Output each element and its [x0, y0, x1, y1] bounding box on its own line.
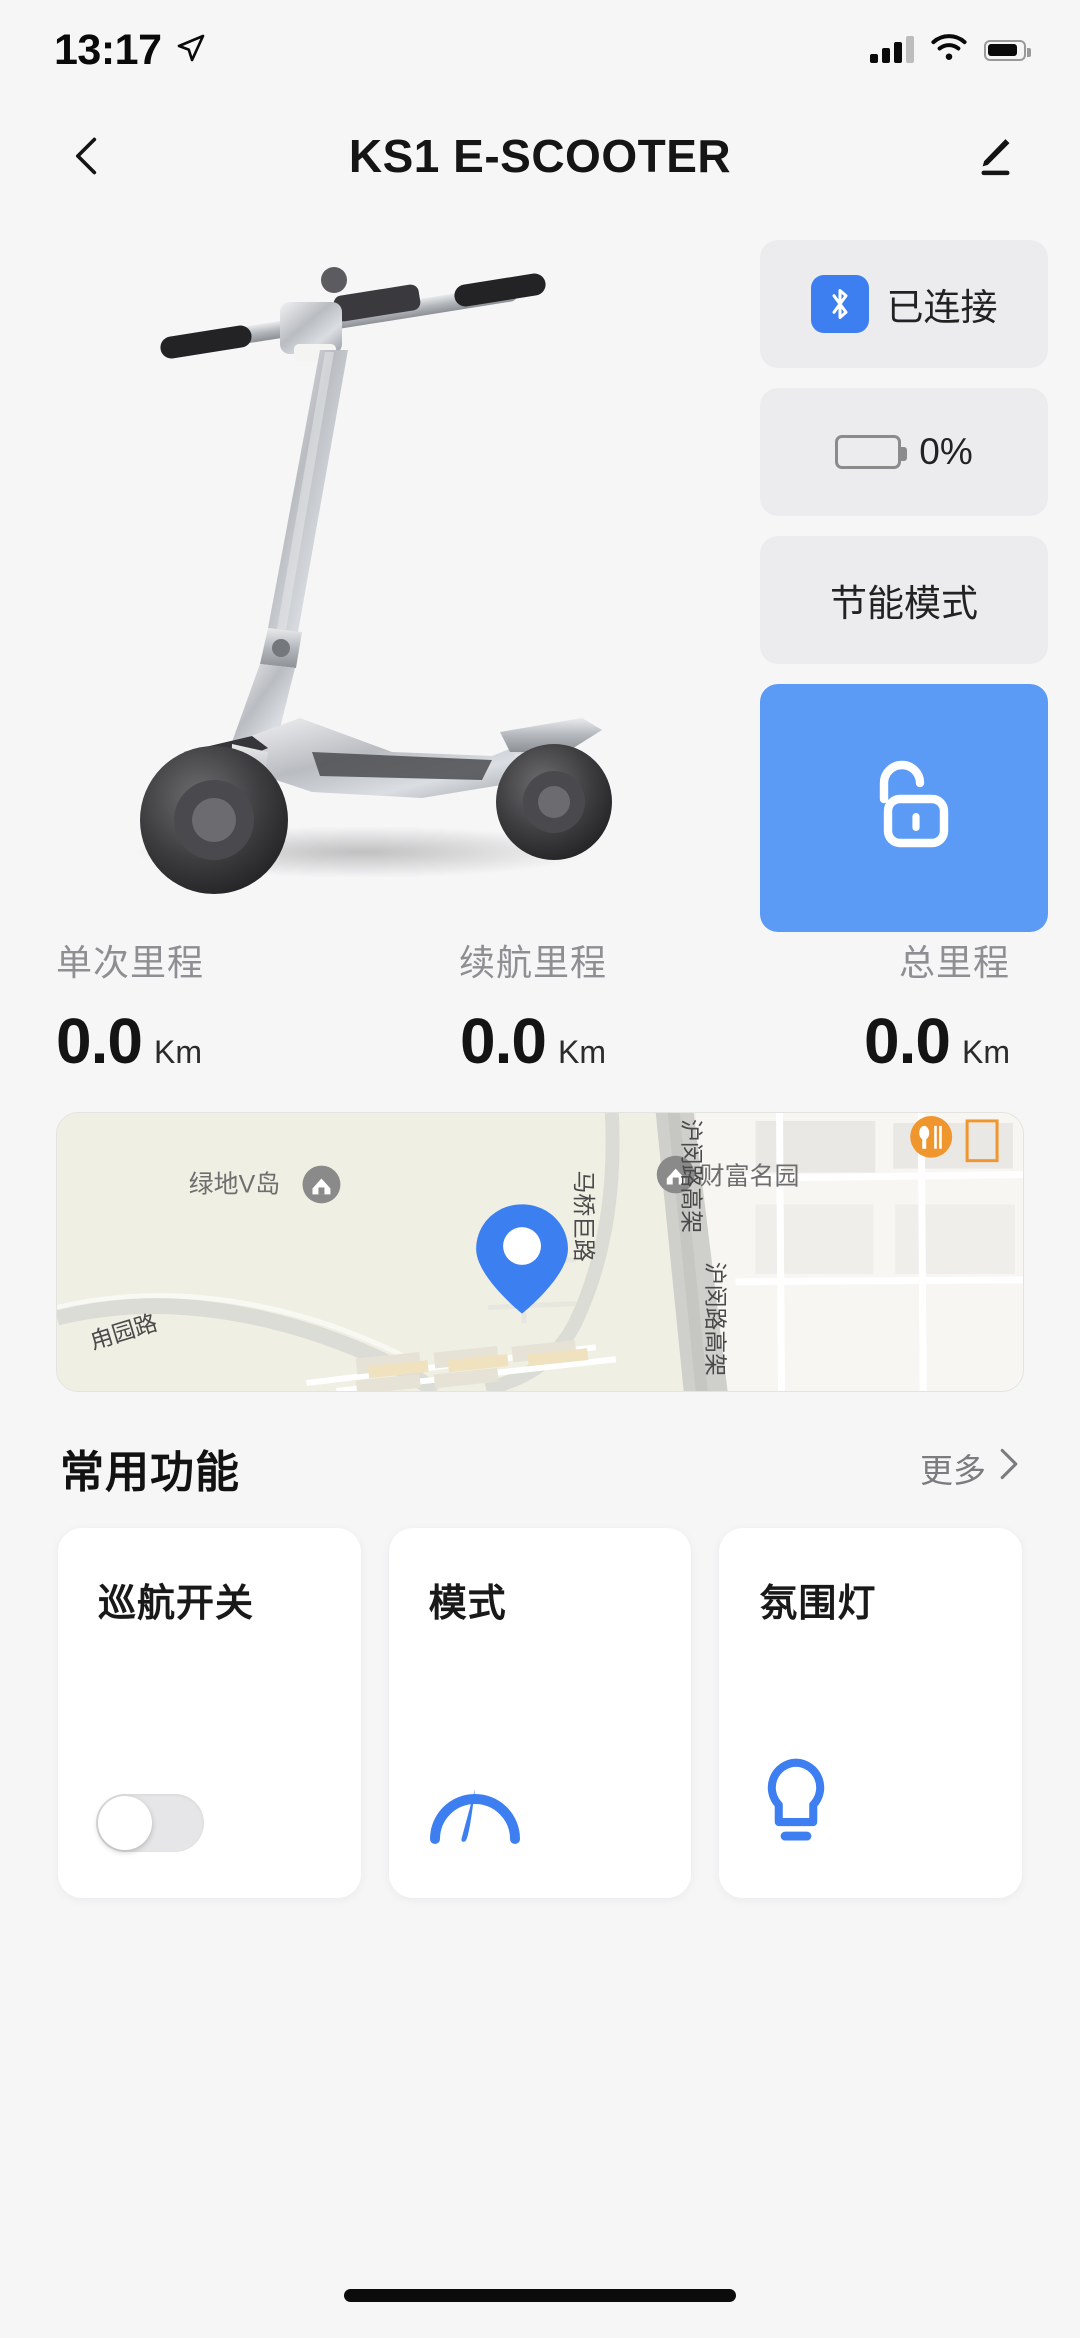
unlocked-padlock-icon — [856, 751, 952, 866]
stat-value: 0.0 Km — [864, 1004, 1010, 1078]
scooter-product-image — [62, 232, 672, 912]
common-functions-header: 常用功能 更多 — [0, 1436, 1080, 1500]
chevron-right-icon — [998, 1447, 1020, 1489]
function-card-row: 巡航开关 模式 氛围灯 — [0, 1528, 1080, 1898]
status-card-column: 已连接 0% 节能模式 — [760, 240, 1048, 932]
mileage-stats-row: 单次里程 0.0 Km 续航里程 0.0 Km 总里程 0.0 Km — [0, 912, 1080, 1078]
cruise-control-toggle[interactable] — [96, 1794, 204, 1852]
lock-toggle-button[interactable] — [760, 684, 1048, 932]
bluetooth-icon — [810, 275, 869, 333]
map-poi-label-2: 财富名园 — [700, 1163, 800, 1191]
speedometer-icon — [427, 1777, 523, 1852]
stat-unit: Km — [153, 1034, 202, 1070]
stat-value: 0.0 Km — [56, 1004, 374, 1078]
stat-value: 0.0 Km — [460, 1004, 606, 1078]
stat-number: 0.0 — [460, 1005, 547, 1077]
cruise-control-card[interactable]: 巡航开关 — [58, 1528, 361, 1898]
status-bar-time: 13:17 — [54, 25, 162, 74]
status-bar: 13:17 — [0, 0, 1080, 100]
stat-number: 0.0 — [864, 1005, 951, 1077]
stat-title: 单次里程 — [56, 942, 205, 983]
status-bar-left: 13:17 — [54, 26, 207, 75]
lightbulb-icon — [757, 1755, 835, 1852]
pencil-edit-icon[interactable] — [958, 121, 1028, 191]
more-link[interactable]: 更多 — [920, 1444, 1020, 1492]
home-indicator — [344, 2289, 736, 2302]
page-title: KS1 E-SCOOTER — [348, 130, 732, 182]
eco-mode-label: 节能模式 — [830, 583, 978, 624]
mode-label: 模式 — [428, 1583, 507, 1625]
stat-total-distance: 总里程 0.0 Km — [692, 934, 1024, 1078]
battery-percent-label: 0% — [919, 431, 973, 472]
ambient-light-card[interactable]: 氛围灯 — [719, 1528, 1023, 1898]
restaurant-poi-icon — [910, 1115, 953, 1158]
map-road-label-3: 沪闵路高架 — [679, 1119, 705, 1233]
location-arrow-icon — [175, 32, 207, 69]
nav-header: KS1 E-SCOOTER — [0, 100, 1080, 212]
ambient-light-label: 氛围灯 — [759, 1583, 877, 1625]
cruise-control-label: 巡航开关 — [98, 1583, 255, 1625]
stat-title: 总里程 — [898, 942, 1010, 983]
mode-card[interactable]: 模式 — [388, 1528, 692, 1898]
stat-unit: Km — [962, 1034, 1010, 1070]
stat-number: 0.0 — [56, 1005, 143, 1077]
eco-mode-card[interactable]: 节能模式 — [760, 536, 1048, 664]
bluetooth-status-card[interactable]: 已连接 — [760, 240, 1048, 368]
cellular-signal-icon — [870, 36, 914, 63]
map-poi-label-1: 绿地V岛 — [189, 1170, 280, 1198]
battery-icon — [984, 39, 1031, 61]
toggle-knob — [98, 1796, 152, 1850]
bluetooth-status-label: 已连接 — [886, 287, 998, 328]
stat-title: 续航里程 — [458, 942, 607, 983]
stat-trip-distance: 单次里程 0.0 Km — [56, 934, 374, 1078]
more-label: 更多 — [920, 1452, 986, 1489]
map-road-label-2: 马桥巨路 — [571, 1171, 597, 1262]
battery-outline-icon — [835, 435, 908, 469]
location-map[interactable]: 绿地V岛 财富名园 甪园路 马桥巨路 沪闵路高架 沪闵路高架 — [56, 1112, 1024, 1392]
house-poi-icon — [302, 1165, 341, 1204]
battery-status-card[interactable]: 0% — [760, 388, 1048, 516]
hero-section: 已连接 0% 节能模式 — [0, 212, 1080, 932]
status-bar-right — [870, 33, 1031, 67]
stat-unit: Km — [557, 1034, 606, 1070]
toggle-switch[interactable] — [96, 1794, 204, 1852]
section-title: 常用功能 — [60, 1448, 240, 1497]
map-road-label-4: 沪闵路高架 — [703, 1262, 729, 1376]
wifi-icon — [930, 33, 968, 67]
back-chevron-icon[interactable] — [52, 121, 122, 191]
stat-range-distance: 续航里程 0.0 Km — [374, 934, 692, 1078]
